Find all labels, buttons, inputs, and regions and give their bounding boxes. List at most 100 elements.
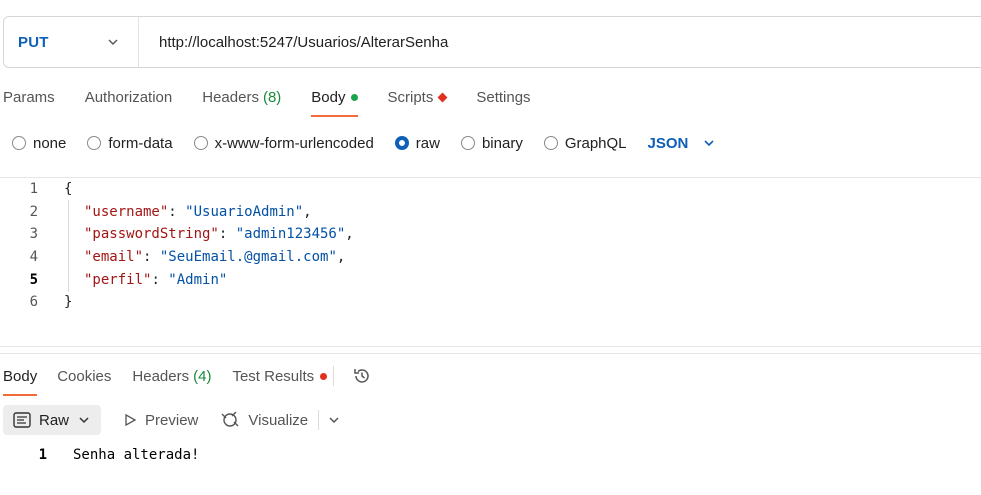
chevron-down-icon [79, 417, 89, 424]
tab-label: Authorization [84, 88, 173, 106]
tab-headers[interactable]: Headers (8) [202, 86, 281, 108]
code-text: "email": "SeuEmail.@gmail.com", [84, 249, 346, 266]
open-brace: { [64, 181, 73, 198]
tab-authorization[interactable]: Authorization [85, 86, 173, 108]
json-key: "email" [84, 249, 144, 266]
line-number: 3 [29, 226, 38, 243]
line-number: 4 [29, 249, 38, 266]
headers-count: (8) [262, 88, 282, 106]
tab-label: Headers [202, 88, 259, 106]
tab-label: Settings [476, 88, 531, 106]
editor-line: 3 "passwordString": "admin123456", [0, 223, 981, 246]
radio-form-data[interactable]: form-data [87, 134, 173, 152]
radio-circle [460, 136, 475, 150]
tab-label: Scripts [387, 88, 434, 106]
tab-label: Headers [132, 367, 190, 385]
radio-label: GraphQL [564, 134, 627, 152]
tab-label: Test Results [232, 367, 315, 385]
editor-line: 2 "username": "UsuarioAdmin", [0, 201, 981, 224]
tab-label: Body [311, 88, 346, 106]
response-toolbar: Raw Preview Visualize [3, 405, 341, 435]
visualize-icon [221, 411, 239, 427]
headers-count: (4) [193, 367, 212, 385]
close-brace: } [64, 294, 73, 311]
code-text: "passwordString": "admin123456", [84, 226, 354, 243]
code-text: "username": "UsuarioAdmin", [84, 203, 312, 220]
response-tabs: Body Cookies Headers (4) Test Results [3, 365, 372, 396]
response-tab-body[interactable]: Body [3, 365, 38, 396]
editor-line: 1 { [0, 178, 981, 201]
text-wrap-icon [13, 412, 31, 428]
tab-label: Cookies [57, 367, 112, 385]
editor-line: 6 } [0, 291, 981, 314]
body-editor[interactable]: 1 { 2 "username": "UsuarioAdmin", 3 "pas… [0, 178, 981, 314]
tab-label: Body [3, 367, 38, 385]
divider [318, 410, 320, 430]
response-tab-test-results[interactable]: Test Results [232, 365, 328, 387]
format-label: JSON [647, 134, 689, 152]
request-tabs: Params Authorization Headers (8) Body Scr… [3, 86, 561, 118]
response-tab-headers[interactable]: Headers (4) [132, 365, 211, 387]
visualize-button[interactable]: Visualize [220, 410, 308, 430]
line-number-current: 5 [29, 271, 38, 288]
line-number: 1 [38, 447, 47, 463]
radio-label: raw [415, 134, 440, 152]
radio-graphql[interactable]: GraphQL [543, 134, 627, 152]
preview-label: Preview [145, 411, 199, 429]
response-tab-cookies[interactable]: Cookies [57, 365, 111, 387]
tab-params[interactable]: Params [3, 86, 55, 108]
editor-line: 4 "email": "SeuEmail.@gmail.com", [0, 246, 981, 269]
code-text: { [64, 181, 72, 197]
tab-body[interactable]: Body [311, 86, 358, 117]
raw-label: Raw [39, 411, 70, 429]
test-results-indicator-dot [320, 372, 328, 380]
json-value: "admin123456" [235, 226, 346, 243]
json-trail: , [303, 203, 312, 220]
editor-line: 5 "perfil": "Admin" [0, 268, 981, 291]
radio-circle [193, 136, 208, 150]
radio-circle-selected [394, 136, 409, 150]
method-label: PUT [18, 33, 49, 51]
radio-circle [87, 136, 102, 150]
response-body: 1 Senha alterada! [0, 447, 200, 463]
raw-view-select[interactable]: Raw [3, 405, 102, 435]
preview-button[interactable]: Preview [123, 412, 198, 429]
radio-urlencoded[interactable]: x-www-form-urlencoded [193, 134, 374, 152]
visualize-label: Visualize [248, 411, 309, 429]
divider[interactable] [0, 346, 981, 347]
radio-none[interactable]: none [12, 135, 66, 152]
tab-scripts[interactable]: Scripts [387, 86, 448, 108]
radio-binary[interactable]: binary [460, 135, 523, 152]
radio-label: x-www-form-urlencoded [214, 134, 374, 152]
json-value: "Admin" [168, 271, 228, 288]
indent-guide [68, 200, 69, 292]
chevron-down-icon[interactable] [327, 413, 341, 427]
method-select[interactable]: PUT [4, 17, 139, 67]
json-value: "SeuEmail.@gmail.com" [159, 249, 337, 266]
history-icon[interactable] [352, 366, 372, 386]
json-key: "username" [84, 203, 169, 220]
line-number: 2 [29, 203, 38, 220]
code-text: "perfil": "Admin" [84, 271, 228, 288]
play-icon [125, 413, 137, 427]
divider [333, 366, 335, 386]
tab-settings[interactable]: Settings [476, 86, 530, 108]
json-trail: , [336, 249, 346, 266]
line-number: 6 [29, 294, 38, 311]
json-key: "passwordString" [84, 226, 219, 243]
radio-raw[interactable]: raw [394, 134, 440, 152]
request-bar: PUT http://localhost:5247/Usuarios/Alter… [3, 16, 981, 68]
json-key: "perfil" [84, 271, 152, 288]
format-select[interactable]: JSON [648, 135, 717, 152]
scripts-indicator-icon [437, 92, 448, 102]
response-text: Senha alterada! [73, 447, 200, 463]
tab-label: Params [3, 88, 55, 106]
radio-label: form-data [108, 134, 173, 152]
body-type-options: none form-data x-www-form-urlencoded raw… [12, 131, 716, 155]
chevron-down-icon [704, 140, 714, 147]
json-trail: , [345, 226, 354, 243]
body-indicator-dot [350, 93, 358, 101]
radio-circle [12, 136, 26, 150]
chevron-down-icon [108, 39, 118, 45]
url-input[interactable]: http://localhost:5247/Usuarios/AlterarSe… [139, 34, 448, 51]
